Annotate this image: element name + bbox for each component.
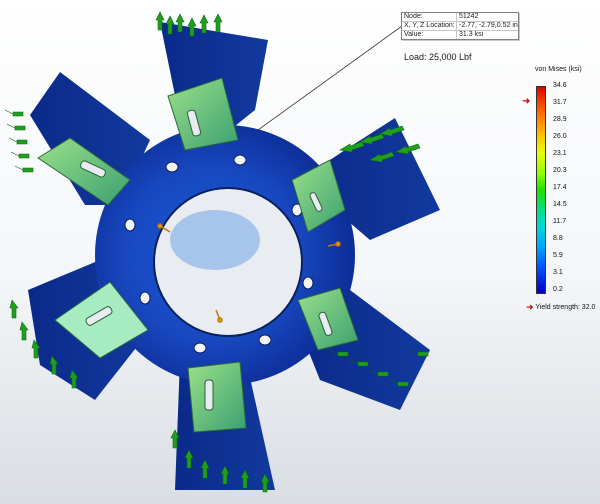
fea-model-view[interactable] — [0, 0, 600, 504]
legend-tick: 17.4 — [553, 184, 567, 191]
probe-row-location: X, Y, Z Location: -2.77, -2.79,0.52 in — [402, 22, 518, 31]
probe-leader-line — [257, 25, 403, 131]
legend-tick: 20.3 — [553, 167, 567, 174]
probe-row-value: Value: 31.3 ksi — [402, 31, 518, 39]
legend-tick: 11.7 — [553, 218, 567, 225]
bracket-bottom — [187, 361, 247, 433]
legend-ticks: 34.6 31.7 28.9 26.0 23.1 20.3 17.4 14.5 … — [553, 82, 593, 297]
legend-tick: 23.1 — [553, 150, 567, 157]
probe-key: X, Y, Z Location: — [402, 22, 457, 30]
legend-tick: 8.8 — [553, 235, 563, 242]
legend-tick: 34.6 — [553, 82, 567, 89]
yield-strength-label: Yield strength: 32.0 — [535, 304, 596, 311]
graphics-viewport[interactable]: Node: 51242 X, Y, Z Location: -2.77, -2.… — [0, 0, 600, 504]
probe-value: 31.3 ksi — [459, 31, 484, 38]
probe-row-node: Node: 51242 — [402, 13, 518, 22]
probe-result-box: Node: 51242 X, Y, Z Location: -2.77, -2.… — [401, 12, 519, 40]
probe-key: Node: — [402, 13, 457, 21]
legend-tick: 14.5 — [553, 201, 567, 208]
legend-tick: 28.9 — [553, 116, 567, 123]
probe-value: -2.77, -2.79,0.52 in — [459, 22, 518, 29]
legend-tick: 0.2 — [553, 286, 563, 293]
legend-tick: 31.7 — [553, 99, 567, 106]
legend-color-bar[interactable] — [536, 86, 546, 294]
legend-title: von Mises (ksi) — [535, 66, 582, 73]
yield-arrow-icon: ➜ — [526, 302, 534, 312]
legend-tick: 3.1 — [553, 269, 563, 276]
load-annotation: Load: 25,000 Lbf — [404, 52, 472, 62]
yield-marker-arrow-icon: ➜ — [522, 96, 531, 107]
legend-tick: 5.9 — [553, 252, 563, 259]
yield-strength-note: ➜ Yield strength: 32.0 — [526, 302, 595, 313]
legend-tick: 26.0 — [553, 133, 567, 140]
probe-key: Value: — [402, 31, 457, 39]
probe-value: 51242 — [459, 13, 479, 20]
